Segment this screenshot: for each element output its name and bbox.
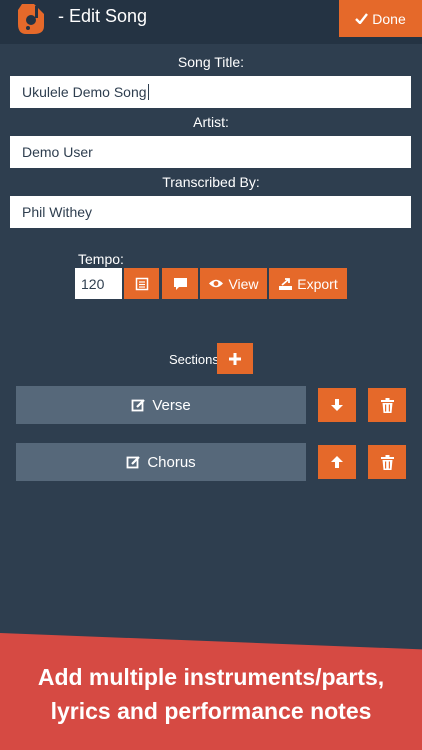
tempo-input[interactable]: 120 [75, 268, 122, 299]
arrow-down-icon [331, 399, 343, 411]
done-button[interactable]: Done [339, 0, 422, 37]
plus-icon [229, 352, 241, 365]
song-title-value: Ukulele Demo Song [22, 84, 147, 100]
lyrics-button[interactable] [124, 268, 159, 299]
section-item-verse[interactable]: Verse [16, 386, 306, 424]
document-icon [135, 277, 148, 290]
view-label: View [228, 275, 259, 292]
move-up-button[interactable] [318, 445, 356, 479]
view-button[interactable]: View [200, 268, 267, 299]
done-label: Done [372, 10, 406, 27]
trash-icon [380, 454, 394, 470]
song-title-label: Song Title: [177, 54, 245, 70]
app-logo-icon [14, 2, 50, 36]
app-header: - Edit Song Done [0, 0, 422, 44]
promo-line-1: Add multiple instruments/parts, [37, 664, 385, 690]
tempo-value: 120 [81, 275, 105, 292]
export-button[interactable]: Export [269, 268, 347, 299]
transcribed-by-value: Phil Withey [22, 204, 93, 220]
section-item-chorus[interactable]: Chorus [16, 443, 306, 481]
add-section-button[interactable] [217, 343, 253, 374]
comment-icon [173, 277, 187, 290]
move-down-button[interactable] [318, 388, 356, 422]
text-caret [147, 84, 149, 100]
promo-text: Add multiple instruments/parts, lyrics a… [0, 660, 422, 728]
delete-section-button[interactable] [368, 388, 406, 422]
song-title-input[interactable]: Ukulele Demo Song [10, 76, 411, 108]
section-label: Chorus [147, 453, 196, 471]
export-icon [279, 277, 293, 290]
promo-line-2: lyrics and performance notes [50, 698, 372, 724]
notes-button[interactable] [162, 268, 198, 299]
artist-value: Demo User [22, 144, 93, 160]
transcribed-by-input[interactable]: Phil Withey [10, 196, 411, 228]
sections-label: Sections [169, 352, 219, 367]
artist-input[interactable]: Demo User [10, 136, 411, 168]
trash-icon [380, 397, 394, 413]
export-label: Export [297, 275, 338, 292]
section-label: Verse [152, 396, 191, 414]
delete-section-button[interactable] [368, 445, 406, 479]
tempo-label: Tempo: [78, 251, 124, 267]
transcribed-by-label: Transcribed By: [162, 174, 260, 190]
edit-icon [131, 398, 146, 411]
check-icon [355, 13, 369, 24]
artist-label: Artist: [193, 114, 229, 130]
page-title: - Edit Song [58, 6, 148, 26]
eye-icon [209, 279, 224, 288]
edit-icon [126, 455, 141, 468]
arrow-up-icon [331, 456, 343, 468]
